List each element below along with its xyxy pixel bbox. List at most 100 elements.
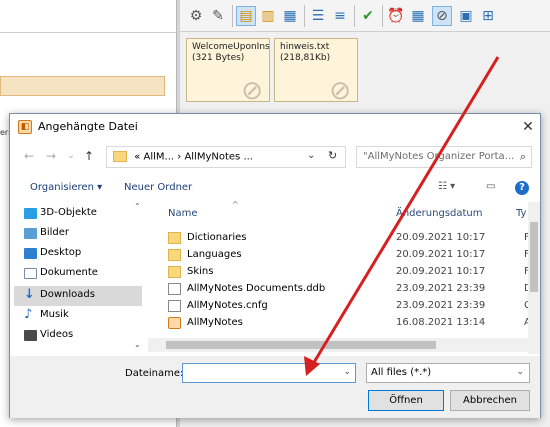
file-name: AllMyNotes xyxy=(187,317,243,328)
nav-item-label: Dokumente xyxy=(40,267,98,278)
open-button[interactable]: Öffnen xyxy=(368,390,444,411)
view-options-icon[interactable]: ☷ ▾ xyxy=(438,181,455,192)
file-row[interactable]: AllMyNotes.cnfg 23.09.2021 23:39 Cl xyxy=(162,298,540,315)
file-list-vscrollbar[interactable] xyxy=(528,202,540,354)
nav-item-videos[interactable]: Videos xyxy=(14,326,142,346)
folder-icon xyxy=(113,151,127,162)
alarm-icon[interactable]: ⏰ xyxy=(386,6,406,26)
preview-pane-icon[interactable]: ▭ xyxy=(486,181,495,192)
file-row[interactable]: Dictionaries 20.09.2021 10:17 Fi xyxy=(162,230,540,247)
spellcheck-icon[interactable]: ✔ xyxy=(358,6,378,26)
nav-item-label: Videos xyxy=(40,329,74,340)
new-folder-button[interactable]: Neuer Ordner xyxy=(124,182,192,193)
toolbar-separator xyxy=(354,5,355,27)
download-icon: ↓ xyxy=(24,287,35,302)
doc-add-icon[interactable]: ▥ xyxy=(258,6,278,26)
scroll-down-icon[interactable]: ⌄ xyxy=(134,340,141,349)
scroll-thumb[interactable] xyxy=(166,341,436,349)
nav-item-3d-objects[interactable]: 3D-Objekte xyxy=(14,204,142,224)
puzzle-icon[interactable]: ⚙ xyxy=(186,6,206,26)
toolbar-separator xyxy=(232,5,233,27)
up-arrow-icon[interactable]: ↑ xyxy=(82,149,96,163)
file-name: AllMyNotes.cnfg xyxy=(187,300,268,311)
attachment-add-icon[interactable]: ⊘ xyxy=(432,6,452,26)
selected-tree-row[interactable] xyxy=(0,76,165,96)
attachment-tile[interactable]: WelcomeUponInstall.htm (321 Bytes) ⊘ xyxy=(186,38,270,102)
back-arrow-icon[interactable]: ← xyxy=(22,149,36,163)
folder-icon xyxy=(168,249,181,261)
table-icon[interactable]: ▦ xyxy=(408,6,428,26)
file-row[interactable]: Skins 20.09.2021 10:17 Fi xyxy=(162,264,540,281)
attachment-label: WelcomeUponInstall.htm (321 Bytes) xyxy=(192,42,270,63)
file-name: Dictionaries xyxy=(187,232,247,243)
nav-item-music[interactable]: ♪ Musik xyxy=(14,306,142,326)
breadcrumb-separator: › xyxy=(177,151,182,163)
dialog-title: Angehängte Datei xyxy=(38,120,138,133)
number-list-icon[interactable]: ≡ xyxy=(330,6,350,26)
cancel-button[interactable]: Abbrechen xyxy=(450,390,530,411)
text-doc-icon[interactable]: ▤ xyxy=(236,6,256,26)
attachment-tile[interactable]: hinweis.txt (218,81Kb) ⊘ xyxy=(274,38,358,102)
file-date: 16.08.2021 13:14 xyxy=(396,317,486,328)
pictures-icon xyxy=(24,228,37,239)
refresh-icon[interactable]: ↻ xyxy=(328,149,337,162)
organize-menu[interactable]: Organisieren ▾ xyxy=(30,182,102,193)
help-icon[interactable]: ? xyxy=(515,181,529,195)
image-add-icon[interactable]: ▣ xyxy=(456,6,476,26)
grid-add-icon[interactable]: ⊞ xyxy=(478,6,498,26)
file-list-hscrollbar[interactable] xyxy=(148,338,528,352)
app-icon: ◧ xyxy=(18,120,32,134)
tree-divider xyxy=(0,32,178,33)
filename-label: Dateiname: xyxy=(125,368,184,379)
chevron-down-icon[interactable]: ⌄ xyxy=(343,367,351,377)
address-bar[interactable]: « AllM... › AllMyNotes ... ⌄ xyxy=(106,146,346,168)
nav-item-label: Musik xyxy=(40,309,69,320)
command-bar: Organisieren ▾ Neuer Ordner ☷ ▾ ▭ ? xyxy=(10,176,540,200)
paperclip-icon: ⊘ xyxy=(329,76,351,102)
file-row[interactable]: AllMyNotes 16.08.2021 13:14 A xyxy=(162,315,540,332)
column-header-type[interactable]: Ty xyxy=(516,208,526,219)
doc-icon[interactable]: ▦ xyxy=(280,6,300,26)
file-type-filter[interactable]: All files (*.*) ⌄ xyxy=(366,363,530,383)
forward-arrow-icon[interactable]: → xyxy=(44,149,58,163)
nav-item-label: Bilder xyxy=(40,227,70,238)
nav-item-downloads[interactable]: ↓ Downloads xyxy=(14,286,142,306)
file-list: Name ^ Änderungsdatum Ty Dictionaries 20… xyxy=(162,200,540,354)
dialog-titlebar[interactable]: ◧ Angehängte Datei ✕ xyxy=(10,114,540,140)
nav-item-pictures[interactable]: Bilder xyxy=(14,224,142,244)
filter-value: All files (*.*) xyxy=(371,367,432,378)
navigation-pane: 3D-Objekte Bilder Desktop Dokumente ↓ Do… xyxy=(10,202,148,354)
chevron-down-icon[interactable]: ⌄ xyxy=(307,150,315,161)
breadcrumb-segment[interactable]: AllM... xyxy=(144,152,175,163)
nav-item-desktop[interactable]: Desktop xyxy=(14,244,142,264)
desktop-icon xyxy=(24,248,37,259)
scroll-thumb[interactable] xyxy=(530,222,538,292)
brush-icon[interactable]: ✎ xyxy=(208,6,228,26)
file-row[interactable]: AllMyNotes Documents.ddb 23.09.2021 23:3… xyxy=(162,281,540,298)
file-name: Languages xyxy=(187,249,242,260)
nav-item-label: Desktop xyxy=(40,247,82,258)
filename-input[interactable]: ⌄ xyxy=(182,363,356,383)
search-input[interactable]: "AllMyNotes Organizer Porta... ⌕ xyxy=(356,146,532,168)
file-date: 20.09.2021 10:17 xyxy=(396,249,486,260)
dialog-footer: Dateiname: ⌄ All files (*.*) ⌄ Öffnen Ab… xyxy=(10,356,540,418)
toolbar-separator xyxy=(382,5,383,27)
search-icon: ⌕ xyxy=(519,150,526,163)
column-header-name[interactable]: Name xyxy=(168,208,198,219)
nav-item-label: Downloads xyxy=(40,289,95,300)
breadcrumb-segment[interactable]: AllMyNotes ... xyxy=(184,152,253,163)
chevron-down-icon: ⌄ xyxy=(516,367,524,377)
nav-item-documents[interactable]: Dokumente xyxy=(14,264,142,284)
documents-icon xyxy=(24,268,37,279)
recent-dropdown-icon[interactable]: ⌄ xyxy=(64,149,78,163)
nav-scrollbar[interactable]: ⌃ ⌄ xyxy=(134,202,146,354)
file-date: 23.09.2021 23:39 xyxy=(396,283,486,294)
close-button[interactable]: ✕ xyxy=(518,117,538,137)
scroll-up-icon[interactable]: ⌃ xyxy=(134,202,141,211)
music-icon: ♪ xyxy=(24,307,33,322)
cube-icon xyxy=(24,208,37,219)
column-header-date[interactable]: Änderungsdatum xyxy=(396,208,483,219)
file-row[interactable]: Languages 20.09.2021 10:17 Fi xyxy=(162,247,540,264)
search-placeholder: "AllMyNotes Organizer Porta... xyxy=(363,151,515,162)
bullet-list-icon[interactable]: ☰ xyxy=(308,6,328,26)
